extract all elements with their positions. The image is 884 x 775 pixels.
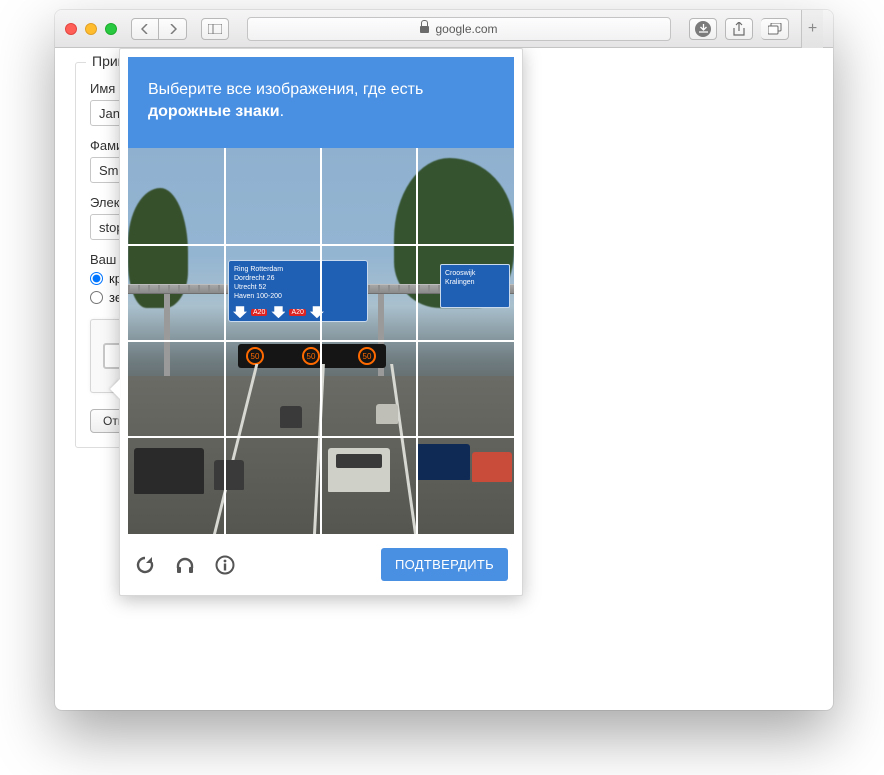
captcha-footer: ПОДТВЕРДИТЬ bbox=[128, 534, 514, 587]
captcha-tile-13[interactable] bbox=[128, 438, 225, 535]
audio-challenge-button[interactable] bbox=[174, 554, 196, 576]
new-tab-button[interactable]: + bbox=[801, 10, 823, 48]
headphones-icon bbox=[174, 554, 196, 576]
captcha-tile-16[interactable] bbox=[418, 438, 515, 535]
tabs-overview-button[interactable] bbox=[761, 18, 789, 40]
captcha-tile-12[interactable] bbox=[418, 341, 515, 438]
info-button[interactable] bbox=[214, 554, 236, 576]
page-content: Пример формы с ReCAPTCHA Имя Фамилия Эле… bbox=[55, 48, 833, 710]
captcha-instruction: Выберите все изображения, где есть дорож… bbox=[128, 57, 514, 148]
radio-green[interactable] bbox=[90, 291, 103, 304]
radio-red[interactable] bbox=[90, 272, 103, 285]
captcha-cells bbox=[128, 148, 514, 534]
captcha-tile-8[interactable] bbox=[418, 245, 515, 342]
captcha-tile-2[interactable] bbox=[225, 148, 322, 245]
url-host-label: google.com bbox=[435, 22, 497, 36]
downloads-button[interactable] bbox=[689, 18, 717, 40]
minimize-window-button[interactable] bbox=[85, 23, 97, 35]
browser-window: google.com + Пример формы с ReCAPTCHA Им… bbox=[55, 10, 833, 710]
captcha-speech-arrow bbox=[110, 379, 120, 399]
captcha-tile-6[interactable] bbox=[225, 245, 322, 342]
captcha-tile-4[interactable] bbox=[418, 148, 515, 245]
sidebar-toggle-button[interactable] bbox=[201, 18, 229, 40]
verify-button[interactable]: ПОДТВЕРДИТЬ bbox=[381, 548, 508, 581]
captcha-footer-icons bbox=[134, 554, 236, 576]
share-button[interactable] bbox=[725, 18, 753, 40]
captcha-prompt-text: Выберите все изображения, где есть bbox=[148, 81, 423, 98]
share-icon bbox=[733, 22, 745, 36]
captcha-tile-9[interactable] bbox=[128, 341, 225, 438]
captcha-challenge: Выберите все изображения, где есть дорож… bbox=[119, 48, 523, 596]
forward-button[interactable] bbox=[159, 18, 187, 40]
close-window-button[interactable] bbox=[65, 23, 77, 35]
captcha-tile-1[interactable] bbox=[128, 148, 225, 245]
captcha-image-grid: Ring Rotterdam Dordrecht 26 Utrecht 52 H… bbox=[128, 148, 514, 534]
address-bar[interactable]: google.com bbox=[247, 17, 671, 41]
toolbar-right bbox=[689, 18, 789, 40]
maximize-window-button[interactable] bbox=[105, 23, 117, 35]
window-controls bbox=[65, 23, 117, 35]
captcha-tile-7[interactable] bbox=[321, 245, 418, 342]
captcha-tile-10[interactable] bbox=[225, 341, 322, 438]
info-icon bbox=[214, 554, 236, 576]
nav-buttons bbox=[131, 18, 187, 40]
captcha-tile-15[interactable] bbox=[321, 438, 418, 535]
refresh-icon bbox=[134, 554, 156, 576]
reload-challenge-button[interactable] bbox=[134, 554, 156, 576]
download-icon bbox=[695, 21, 711, 37]
captcha-tile-11[interactable] bbox=[321, 341, 418, 438]
captcha-target-text: дорожные знаки bbox=[148, 103, 280, 120]
captcha-tile-14[interactable] bbox=[225, 438, 322, 535]
captcha-tile-5[interactable] bbox=[128, 245, 225, 342]
captcha-tile-3[interactable] bbox=[321, 148, 418, 245]
tabs-icon bbox=[768, 23, 782, 35]
titlebar: google.com + bbox=[55, 10, 833, 48]
back-button[interactable] bbox=[131, 18, 159, 40]
lock-icon bbox=[420, 23, 429, 34]
